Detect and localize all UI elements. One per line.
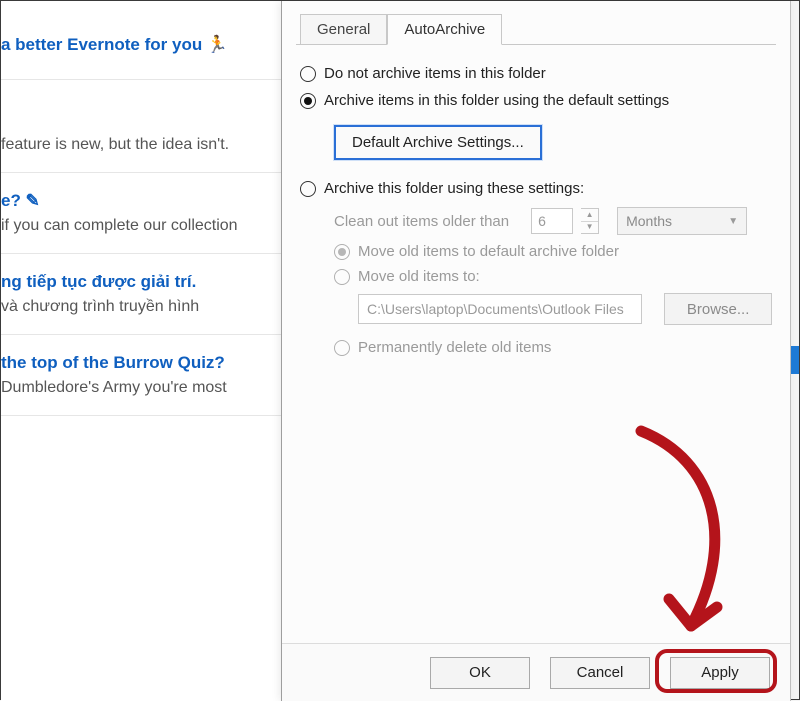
list-item[interactable]: the top of the Burrow Quiz? Dumbledore's… <box>1 335 285 416</box>
apply-button[interactable]: Apply <box>670 657 770 689</box>
radio-icon <box>300 181 316 197</box>
cleanout-label: Clean out items older than <box>334 213 509 230</box>
list-item-sub: if you can complete our collection <box>1 217 275 235</box>
ok-button[interactable]: OK <box>430 657 530 689</box>
custom-settings-group: Clean out items older than 6 ▲ ▼ Months … <box>334 207 772 356</box>
radio-use-default[interactable]: Archive items in this folder using the d… <box>300 92 772 109</box>
list-item-sub: Dumbledore's Army you're most <box>1 379 275 397</box>
list-item-title: e? ✎ <box>1 191 275 211</box>
cleanout-row: Clean out items older than 6 ▲ ▼ Months … <box>334 207 772 235</box>
default-archive-settings-button[interactable]: Default Archive Settings... <box>334 125 542 160</box>
list-item-title: the top of the Burrow Quiz? <box>1 353 275 373</box>
radio-icon <box>334 340 350 356</box>
tab-strip: General AutoArchive <box>300 13 790 44</box>
cleanout-unit-select[interactable]: Months ▼ <box>617 207 747 235</box>
list-item[interactable]: a better Evernote for you 🏃 <box>1 1 285 80</box>
chevron-up-icon: ▲ <box>581 209 598 222</box>
radio-custom-settings[interactable]: Archive this folder using these settings… <box>300 180 772 197</box>
list-item-title: ng tiếp tục được giải trí. <box>1 272 275 292</box>
chevron-down-icon: ▼ <box>581 222 598 234</box>
tab-general[interactable]: General <box>300 14 387 45</box>
edge-accent <box>791 346 799 374</box>
list-item-sub: và chương trình truyền hình <box>1 298 275 316</box>
browse-button[interactable]: Browse... <box>664 293 772 325</box>
list-item[interactable]: ng tiếp tục được giải trí. và chương trì… <box>1 254 285 335</box>
radio-move-to-path[interactable]: Move old items to: <box>334 268 772 285</box>
tab-autoarchive[interactable]: AutoArchive <box>387 14 502 45</box>
background-mail-list: a better Evernote for you 🏃 feature is n… <box>1 1 286 701</box>
radio-do-not-archive[interactable]: Do not archive items in this folder <box>300 65 772 82</box>
radio-label: Archive this folder using these settings… <box>324 180 584 197</box>
autoarchive-panel: Do not archive items in this folder Arch… <box>296 44 776 604</box>
radio-icon <box>334 269 350 285</box>
cleanout-number-input[interactable]: 6 <box>531 208 573 234</box>
list-item-sub: feature is new, but the idea isn't. <box>1 136 275 154</box>
path-row: C:\Users\laptop\Documents\Outlook Files … <box>334 293 772 325</box>
archive-path-input[interactable]: C:\Users\laptop\Documents\Outlook Files <box>358 294 642 324</box>
radio-label: Move old items to default archive folder <box>358 243 619 260</box>
list-item-title: a better Evernote for you 🏃 <box>1 35 275 55</box>
radio-move-default[interactable]: Move old items to default archive folder <box>334 243 772 260</box>
radio-label: Do not archive items in this folder <box>324 65 546 82</box>
list-item[interactable]: feature is new, but the idea isn't. <box>1 80 285 173</box>
cleanout-stepper[interactable]: ▲ ▼ <box>581 208 599 234</box>
dialog-button-bar: OK Cancel Apply <box>282 643 790 701</box>
radio-label: Move old items to: <box>358 268 480 285</box>
cancel-button[interactable]: Cancel <box>550 657 650 689</box>
chevron-down-icon: ▼ <box>728 216 738 227</box>
list-item[interactable]: e? ✎ if you can complete our collection <box>1 173 285 254</box>
folder-properties-dialog: General AutoArchive Do not archive items… <box>281 1 791 701</box>
radio-permanently-delete[interactable]: Permanently delete old items <box>334 339 772 356</box>
cleanout-unit-value: Months <box>626 213 672 229</box>
radio-icon <box>334 244 350 260</box>
radio-label: Archive items in this folder using the d… <box>324 92 669 109</box>
radio-icon <box>300 93 316 109</box>
radio-label: Permanently delete old items <box>358 339 551 356</box>
radio-icon <box>300 66 316 82</box>
